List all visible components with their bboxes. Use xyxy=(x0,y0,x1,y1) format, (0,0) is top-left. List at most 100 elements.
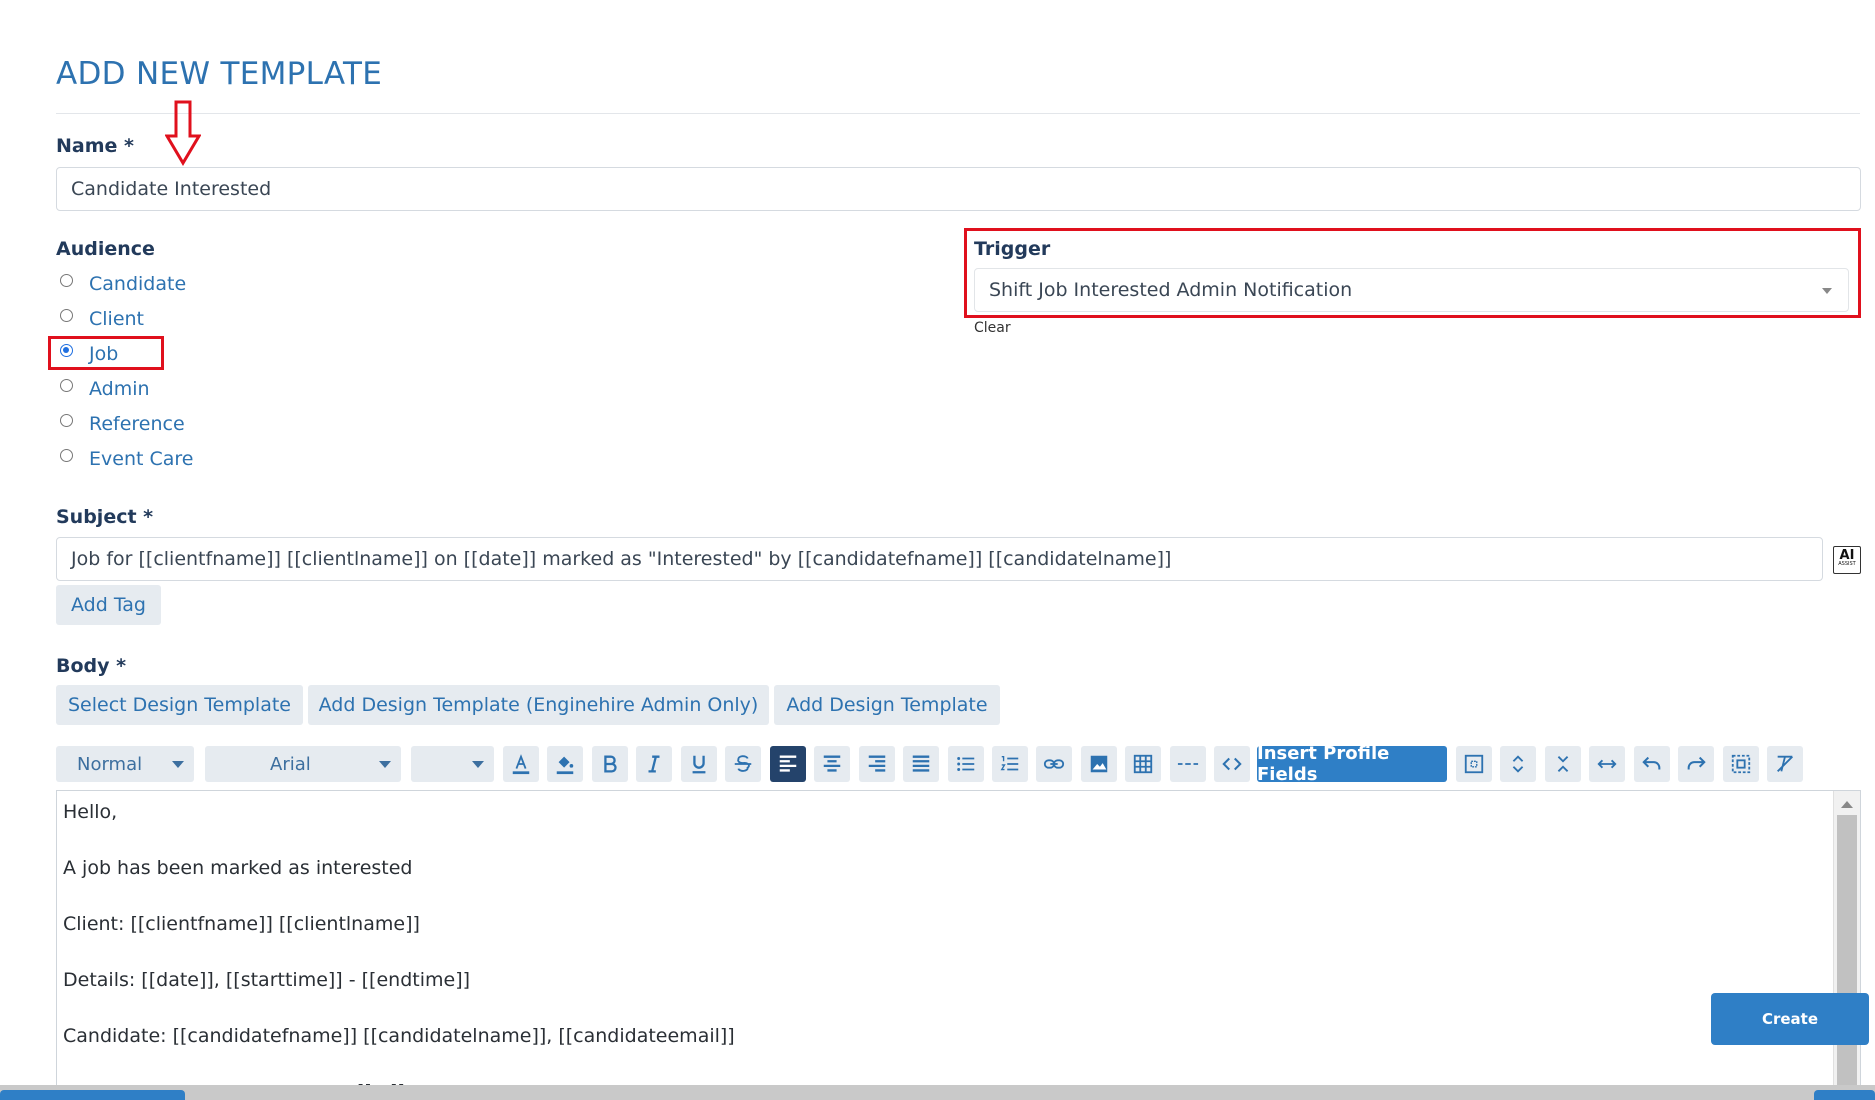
font-size-select[interactable] xyxy=(411,746,494,782)
numbered-list-button[interactable] xyxy=(992,746,1028,782)
font-color-button[interactable] xyxy=(503,746,539,782)
italic-icon xyxy=(648,755,660,773)
font-select[interactable]: Arial xyxy=(205,746,401,782)
chevron-down-icon xyxy=(472,761,484,768)
job-highlight-box xyxy=(48,336,164,370)
ai-assist-sub: ASSIST xyxy=(1838,561,1856,567)
audience-option-client[interactable]: Client xyxy=(60,306,144,332)
radio-client[interactable] xyxy=(60,308,73,322)
name-label: Name * xyxy=(56,135,134,157)
code-view-icon xyxy=(1222,757,1242,771)
create-button[interactable]: Create xyxy=(1711,993,1869,1045)
editor-line: Candidate: [[candidatefname]] [[candidat… xyxy=(63,1025,735,1047)
radio-admin[interactable] xyxy=(60,378,73,392)
format-value: Normal xyxy=(77,753,143,775)
audience-option-event-care[interactable]: Event Care xyxy=(60,446,193,472)
table-icon xyxy=(1133,754,1153,774)
editor-line: A job has been marked as interested xyxy=(63,857,413,879)
fill-color-button[interactable] xyxy=(547,746,583,782)
underline-button[interactable] xyxy=(681,746,717,782)
fullscreen-icon xyxy=(1731,754,1751,774)
select-all-icon xyxy=(1464,754,1484,774)
audience-option-reference[interactable]: Reference xyxy=(60,411,185,437)
trigger-label: Trigger xyxy=(974,238,1051,260)
undo-button[interactable] xyxy=(1634,746,1670,782)
fullscreen-button[interactable] xyxy=(1723,746,1759,782)
strikethrough-button[interactable] xyxy=(725,746,761,782)
bold-icon xyxy=(604,755,617,773)
bold-button[interactable] xyxy=(592,746,628,782)
audience-option-candidate[interactable]: Candidate xyxy=(60,271,186,297)
body-label: Body * xyxy=(56,655,127,677)
body-editor[interactable]: Hello, A job has been marked as interest… xyxy=(56,790,1861,1100)
align-justify-icon xyxy=(912,755,930,772)
clear-formatting-button[interactable] xyxy=(1767,746,1803,782)
align-left-icon xyxy=(779,755,797,772)
format-select[interactable]: Normal xyxy=(56,746,194,782)
font-value: Arial xyxy=(270,753,311,775)
font-color-icon xyxy=(512,754,530,775)
editor-line: Details: [[date]], [[starttime]] - [[end… xyxy=(63,969,471,991)
subject-input[interactable]: Job for [[clientfname]] [[clientlname]] … xyxy=(56,537,1823,581)
image-icon xyxy=(1090,755,1108,773)
bottom-scroll-bar[interactable] xyxy=(0,1085,1875,1100)
code-view-button[interactable] xyxy=(1214,746,1250,782)
image-button[interactable] xyxy=(1081,746,1117,782)
expand-horizontal-button[interactable] xyxy=(1589,746,1625,782)
radio-reference[interactable] xyxy=(60,413,73,427)
add-design-template-admin-button[interactable]: Add Design Template (Enginehire Admin On… xyxy=(308,685,769,725)
scroll-up-icon[interactable] xyxy=(1841,801,1853,808)
clear-formatting-icon xyxy=(1777,755,1793,772)
align-right-icon xyxy=(868,755,886,772)
numbered-list-icon xyxy=(1000,755,1019,771)
name-input[interactable]: Candidate Interested xyxy=(56,167,1861,211)
bottom-right-tab[interactable] xyxy=(1814,1090,1875,1100)
editor-line: Hello, xyxy=(63,801,118,823)
bottom-left-tab[interactable] xyxy=(0,1090,185,1100)
audience-option-label: Event Care xyxy=(89,448,194,470)
trigger-clear-link[interactable]: Clear xyxy=(974,320,1011,336)
underline-icon xyxy=(692,755,706,774)
audience-label: Audience xyxy=(56,238,155,260)
trigger-select[interactable]: Shift Job Interested Admin Notification xyxy=(974,268,1849,312)
add-tag-button[interactable]: Add Tag xyxy=(56,585,161,625)
horizontal-rule-icon xyxy=(1177,763,1199,765)
align-center-button[interactable] xyxy=(814,746,850,782)
audience-option-admin[interactable]: Admin xyxy=(60,376,150,402)
page-title: ADD NEW TEMPLATE xyxy=(56,56,383,92)
italic-button[interactable] xyxy=(636,746,672,782)
select-all-button[interactable] xyxy=(1456,746,1492,782)
align-left-button[interactable] xyxy=(770,746,806,782)
ai-assist-button[interactable]: AI ASSIST xyxy=(1833,546,1861,574)
bullet-list-button[interactable] xyxy=(948,746,984,782)
undo-icon xyxy=(1642,756,1661,770)
scrollbar-thumb[interactable] xyxy=(1837,815,1857,1099)
add-design-template-button[interactable]: Add Design Template xyxy=(774,685,1000,725)
name-value: Candidate Interested xyxy=(71,178,272,200)
annotation-arrow-icon xyxy=(165,100,201,166)
link-button[interactable] xyxy=(1036,746,1072,782)
redo-button[interactable] xyxy=(1678,746,1714,782)
audience-option-label: Reference xyxy=(89,413,185,435)
subject-label: Subject * xyxy=(56,506,154,528)
audience-option-label: Candidate xyxy=(89,273,187,295)
select-design-template-button[interactable]: Select Design Template xyxy=(56,685,303,725)
editor-scrollbar[interactable] xyxy=(1833,791,1860,1099)
align-justify-button[interactable] xyxy=(903,746,939,782)
expand-vertical-button[interactable] xyxy=(1500,746,1536,782)
trigger-value: Shift Job Interested Admin Notification xyxy=(989,279,1353,301)
strikethrough-icon xyxy=(734,755,752,772)
table-button[interactable] xyxy=(1125,746,1161,782)
align-right-button[interactable] xyxy=(859,746,895,782)
collapse-vertical-icon xyxy=(1557,756,1569,772)
title-divider xyxy=(56,113,1860,114)
subject-value: Job for [[clientfname]] [[clientlname]] … xyxy=(71,548,1172,570)
expand-vertical-icon xyxy=(1512,755,1524,773)
redo-icon xyxy=(1687,756,1706,770)
radio-event-care[interactable] xyxy=(60,448,73,462)
expand-horizontal-icon xyxy=(1597,759,1617,769)
horizontal-rule-button[interactable] xyxy=(1170,746,1206,782)
radio-candidate[interactable] xyxy=(60,273,73,287)
insert-profile-fields-button[interactable]: Insert Profile Fields xyxy=(1257,743,1447,785)
collapse-vertical-button[interactable] xyxy=(1545,746,1581,782)
